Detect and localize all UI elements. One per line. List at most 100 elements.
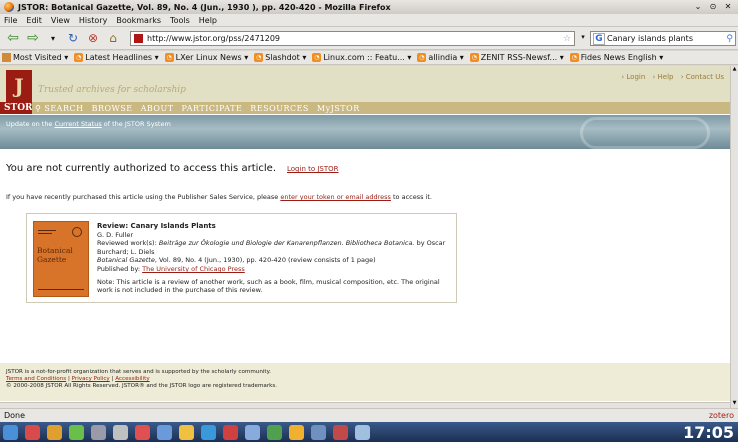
clock[interactable]: 17:05 (683, 423, 734, 442)
contact-link[interactable]: › Contact Us (681, 73, 724, 81)
taskbar-app-icon[interactable] (245, 424, 260, 440)
taskbar-app-icon[interactable] (69, 424, 84, 440)
publisher-line: Published by: The University of Chicago … (97, 264, 245, 273)
url-dropdown-icon[interactable]: ▾ (578, 33, 588, 45)
search-engine-icon[interactable]: G (593, 32, 605, 45)
back-arrow-icon[interactable]: ⇦ (4, 30, 22, 46)
enter-token-link[interactable]: enter your token or email address (280, 193, 391, 201)
stop-icon[interactable]: ⊗ (84, 30, 102, 46)
forward-arrow-icon[interactable]: ⇨ (24, 30, 42, 46)
nav-resources[interactable]: RESOURCES (250, 104, 309, 113)
taskbar-app-icon[interactable] (179, 424, 194, 440)
zotero-button[interactable]: zotero (709, 411, 734, 420)
bookmark-lxer[interactable]: ◔ LXer Linux News ▾ (164, 53, 248, 62)
reload-icon[interactable]: ↻ (64, 30, 82, 46)
window-titlebar: JSTOR: Botanical Gazette, Vol. 89, No. 4… (0, 0, 738, 14)
jstor-nav-menu: ⚲ SEARCH BROWSE ABOUT PARTICIPATE RESOUR… (32, 102, 730, 114)
reviewed-works: Reviewed work(s): Beiträge zur Ökologie … (97, 239, 446, 256)
menu-bookmarks[interactable]: Bookmarks (116, 16, 161, 25)
taskbar-app-icon[interactable] (333, 424, 348, 440)
navigation-toolbar: ⇦ ⇨ ▾ ↻ ⊗ ⌂ http://www.jstor.org/pss/247… (0, 27, 738, 50)
bookmark-latest-headlines[interactable]: ◔ Latest Headlines ▾ (74, 53, 159, 62)
search-input[interactable]: Canary islands plants (607, 34, 726, 43)
rss-icon: ◔ (164, 53, 174, 62)
taskbar-app-icon[interactable] (201, 424, 216, 440)
menu-history[interactable]: History (79, 16, 107, 25)
accessibility-link[interactable]: Accessibility (115, 376, 149, 382)
login-to-jstor-link[interactable]: Login to JSTOR (287, 165, 339, 173)
jstor-top-links: › Login › Help › Contact Us (616, 73, 724, 81)
jstor-logo[interactable]: J (6, 70, 32, 102)
menu-view[interactable]: View (51, 16, 70, 25)
status-text: Done (4, 411, 26, 420)
firefox-icon (4, 2, 14, 12)
taskbar-app-icon[interactable] (3, 424, 18, 440)
footer-copyright: © 2000-2008 JSTOR All Rights Reserved. J… (6, 383, 278, 389)
taskbar-app-icon[interactable] (157, 424, 172, 440)
bookmark-linux-com[interactable]: ◔ Linux.com :: Featu... ▾ (312, 53, 411, 62)
taskbar-app-icon[interactable] (47, 424, 62, 440)
minimize-button[interactable]: ⌄ (692, 2, 704, 12)
citation: Botanical Gazette, Vol. 89, No. 4 (Jun.,… (97, 256, 376, 265)
taskbar-app-icon[interactable] (223, 424, 238, 440)
rss-icon: ◔ (312, 53, 322, 62)
review-title: Review: Canary Islands Plants (97, 222, 216, 230)
bookmarks-toolbar: Most Visited ▾ ◔ Latest Headlines ▾ ◔ LXer… (0, 51, 738, 65)
nav-search[interactable]: SEARCH (44, 104, 83, 113)
taskbar-app-icon[interactable] (113, 424, 128, 440)
cover-line (38, 230, 56, 231)
nav-myjstor[interactable]: MyJSTOR (317, 104, 360, 113)
rss-icon: ◔ (417, 53, 427, 62)
taskbar-app-icon[interactable] (311, 424, 326, 440)
search-bar[interactable]: G Canary islands plants ⚲ (590, 31, 736, 46)
search-icon[interactable]: ⚲ (35, 104, 41, 113)
login-link[interactable]: › Login (621, 73, 645, 81)
search-icon[interactable]: ⚲ (726, 34, 733, 44)
jstor-nav-brand[interactable]: STOR (0, 103, 33, 113)
taskbar-app-icon[interactable] (289, 424, 304, 440)
privacy-link[interactable]: Privacy Policy (72, 376, 110, 382)
taskbar-app-icon[interactable] (355, 424, 370, 440)
url-bar[interactable]: http://www.jstor.org/pss/2471209 ☆ (130, 31, 575, 46)
bookmark-zenit[interactable]: ◔ ZENIT RSS-Newsf... ▾ (469, 53, 564, 62)
bookmark-fides[interactable]: ◔ Fides News English ▾ (569, 53, 663, 62)
review-note: Note: This article is a review of anothe… (97, 277, 440, 295)
menu-file[interactable]: File (4, 16, 17, 25)
publisher-link[interactable]: The University of Chicago Press (142, 265, 245, 273)
bookmark-most-visited[interactable]: Most Visited ▾ (2, 53, 68, 62)
history-dropdown-icon[interactable]: ▾ (44, 30, 62, 46)
footer-mission: JSTOR is a not-for-profit organization t… (6, 369, 271, 375)
cover-line (38, 289, 84, 290)
nav-about[interactable]: ABOUT (141, 104, 174, 113)
rss-icon: ◔ (254, 53, 264, 62)
nav-participate[interactable]: PARTICIPATE (182, 104, 243, 113)
help-link[interactable]: › Help (653, 73, 674, 81)
menu-edit[interactable]: Edit (26, 16, 42, 25)
bookmark-allindia[interactable]: ◔ allindia ▾ (417, 53, 464, 62)
home-icon[interactable]: ⌂ (104, 30, 122, 46)
menu-help[interactable]: Help (199, 16, 217, 25)
bookmark-slashdot[interactable]: ◔ Slashdot ▾ (254, 53, 306, 62)
jstor-nav: STOR ⚲ SEARCH BROWSE ABOUT PARTICIPATE R… (0, 102, 730, 114)
system-status-text: Update on the Current Status of the JSTO… (6, 120, 171, 128)
scroll-down-icon[interactable]: ▼ (731, 400, 738, 408)
terms-link[interactable]: Terms and Conditions (6, 376, 66, 382)
bookmark-star-icon[interactable]: ☆ (563, 34, 571, 44)
system-status-band: Update on the Current Status of the JSTO… (0, 115, 730, 149)
taskbar-app-icon[interactable] (135, 424, 150, 440)
menu-tools[interactable]: Tools (170, 16, 190, 25)
taskbar-app-icon[interactable] (91, 424, 106, 440)
url-text[interactable]: http://www.jstor.org/pss/2471209 (147, 34, 280, 43)
jstor-footer: JSTOR is a not-for-profit organization t… (0, 363, 730, 401)
taskbar-app-icon[interactable] (267, 424, 282, 440)
vertical-scrollbar[interactable]: ▲ ▼ (730, 66, 738, 408)
scroll-up-icon[interactable]: ▲ (731, 66, 738, 74)
jstor-tagline: Trusted archives for scholarship (38, 85, 186, 95)
current-status-link[interactable]: Current Status (55, 120, 102, 128)
nav-browse[interactable]: BROWSE (92, 104, 133, 113)
close-button[interactable]: ✕ (722, 2, 734, 12)
taskbar-app-icon[interactable] (25, 424, 40, 440)
maximize-button[interactable]: ⊙ (707, 2, 719, 12)
cover-title: Botanical Gazette (37, 246, 73, 264)
journal-cover-image[interactable]: Botanical Gazette (33, 221, 89, 297)
